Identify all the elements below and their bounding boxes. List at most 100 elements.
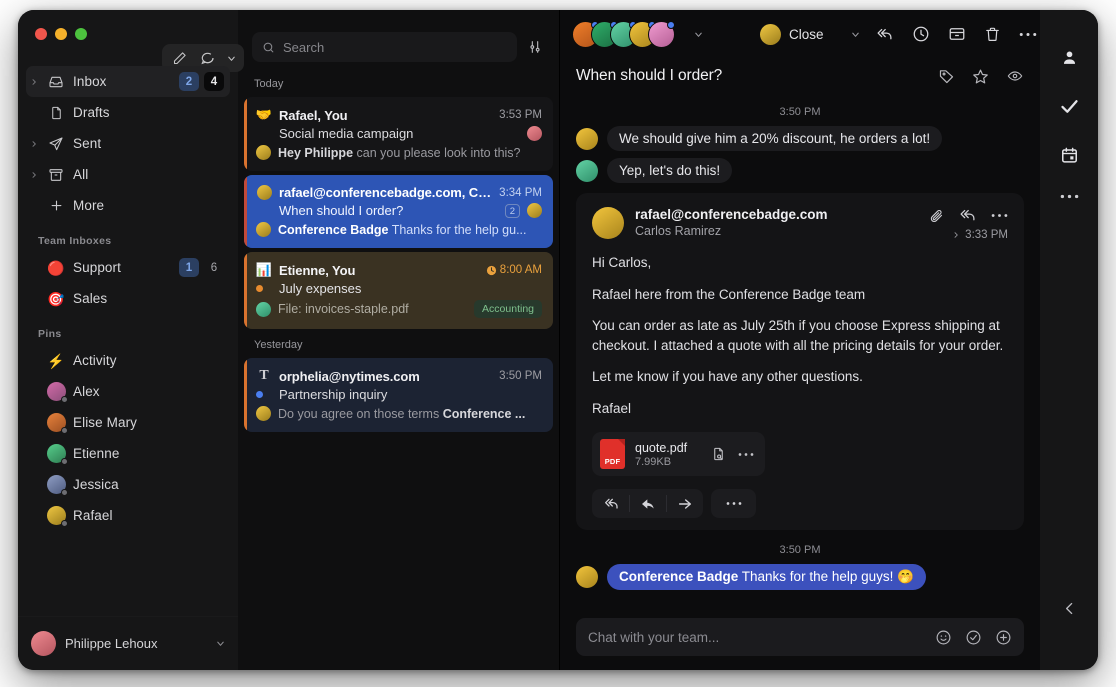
list-item-preview: Do you agree on those terms Conference .… [278,406,526,421]
attachment-name: quote.pdf [635,440,688,455]
sidebar-item-label: All [73,167,89,182]
plus-circle-icon[interactable] [995,629,1012,646]
sidebar-item-label: Activity [73,353,117,368]
sidebar-item-alex[interactable]: Alex [26,376,230,407]
message-list[interactable]: Today 🤝 Rafael, You 3:53 PM Social media… [238,72,559,670]
red-circle-icon: 🔴 [47,259,65,276]
sidebar-item-sent[interactable]: Sent [26,128,230,159]
more-dots-icon[interactable] [711,489,756,518]
search-row: Search [238,10,559,72]
close-label: Close [789,26,824,42]
composer-wrap: Chat with your team... [560,618,1040,670]
close-window-button[interactable] [35,28,47,40]
avatar [760,23,781,45]
chat-bubble: Yep, let's do this! [607,158,733,183]
close-conversation-button[interactable]: Close [760,23,824,45]
list-item[interactable]: 🤝 Rafael, You 3:53 PM Social media campa… [244,97,553,171]
chevron-down-icon[interactable] [687,29,706,40]
chevron-down-icon[interactable] [836,29,863,40]
list-item[interactable]: T orphelia@nytimes.com 3:50 PM Partnersh… [244,358,553,432]
more-dots-icon[interactable] [991,213,1008,218]
status-badge: Accounting [474,300,542,318]
archive-box-icon[interactable] [948,25,966,43]
chat-input[interactable]: Chat with your team... [576,618,1024,656]
sidebar-item-rafael[interactable]: Rafael [26,500,230,531]
email-paragraph: Rafael [592,400,632,416]
more-dots-icon[interactable] [738,452,754,457]
timestamp: 3:50 PM [779,544,821,557]
preview-file-icon[interactable] [711,446,726,462]
subject-row: When should I order? [560,58,1040,92]
attachment-chip[interactable]: PDF quote.pdf 7.99KB [592,432,766,477]
more-dots-icon[interactable] [1060,194,1079,199]
user-name: Philippe Lehoux [65,636,158,651]
person-icon[interactable] [1060,48,1079,67]
unread-accent-bar [244,97,247,171]
sidebar-item-sales[interactable]: 🎯 Sales [26,283,230,314]
sidebar-item-label: Drafts [73,105,110,120]
minimize-window-button[interactable] [55,28,67,40]
list-item[interactable]: rafael@conferencebadge.com, Carl... 3:34… [244,175,553,248]
maximize-window-button[interactable] [75,28,87,40]
chevron-right-icon[interactable] [30,77,44,87]
search-input[interactable]: Search [252,32,517,62]
day-divider: Today [254,78,284,90]
avatar [592,207,624,239]
avatar [576,159,598,182]
user-account-bar[interactable]: Philippe Lehoux [18,616,238,670]
chevron-right-icon[interactable] [30,139,44,149]
sidebar-item-drafts[interactable]: Drafts [26,97,230,128]
sidebar-item-elise-mary[interactable]: Elise Mary [26,407,230,438]
chevron-right-icon[interactable] [952,230,960,240]
reader-actions [875,25,1037,43]
reply-all-icon[interactable] [875,26,894,43]
window-controls[interactable] [18,10,238,40]
eye-icon[interactable] [1006,68,1024,84]
composer-actions [935,629,1012,646]
archive-icon [44,167,68,183]
badge-unread: 2 [179,72,199,91]
sidebar-item-more[interactable]: More [26,190,230,221]
chat-message: We should give him a 20% discount, he or… [576,126,1024,151]
snooze-clock-icon[interactable] [912,25,930,43]
email-header: rafael@conferencebadge.com Carlos Ramire… [592,207,1008,241]
list-item[interactable]: 📊 Etienne, You 8:00 AM July expenses Fil… [244,252,553,329]
reply-all-icon[interactable] [958,207,977,224]
chevron-down-icon[interactable] [215,638,226,649]
reader-toolbar: Close [560,10,1040,58]
check-circle-icon[interactable] [965,629,982,646]
reply-icon[interactable] [629,489,666,518]
email-message-card[interactable]: rafael@conferencebadge.com Carlos Ramire… [576,193,1024,531]
tag-icon[interactable] [938,68,955,85]
sidebar-item-activity[interactable]: ⚡ Activity [26,345,230,376]
list-item-sender: orphelia@nytimes.com [279,368,420,384]
filter-sliders-icon[interactable] [527,39,545,55]
unread-dot [256,391,263,398]
sidebar-item-etienne[interactable]: Etienne [26,438,230,469]
send-icon [44,136,68,152]
avatar [576,127,598,150]
star-icon[interactable] [972,68,989,85]
chevron-right-icon[interactable] [30,170,44,180]
unread-accent-bar [244,252,247,329]
sidebar-item-jessica[interactable]: Jessica [26,469,230,500]
participants-avatars[interactable] [572,20,675,48]
reply-toolbar [592,489,1008,519]
sidebar-item-support[interactable]: 🔴 Support 1 6 [26,252,230,283]
sidebar-item-inbox[interactable]: Inbox 2 4 [26,66,230,97]
reply-all-icon[interactable] [592,489,629,518]
forward-icon[interactable] [666,489,703,518]
emoji-smiley-icon[interactable] [935,629,952,646]
reply-more-group [711,489,756,519]
list-item-preview: Hey Philippe can you please look into th… [278,145,521,160]
sidebar-item-all[interactable]: All [26,159,230,190]
chevron-left-icon[interactable] [1061,599,1078,618]
paperclip-icon[interactable] [929,208,944,224]
avatar [44,382,68,403]
email-paragraph: Hi Carlos, [592,255,652,270]
avatar [44,444,68,465]
trash-icon[interactable] [984,25,1001,43]
calendar-icon[interactable] [1060,146,1079,165]
more-dots-icon[interactable] [1019,32,1037,37]
check-icon[interactable] [1059,96,1080,117]
